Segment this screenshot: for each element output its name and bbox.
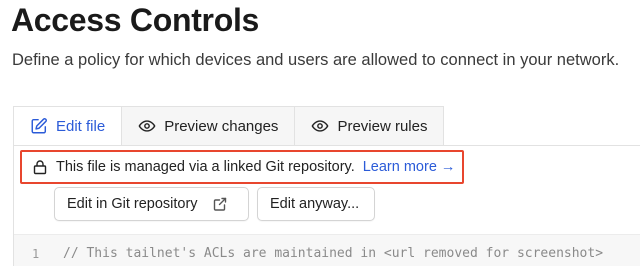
tab-preview-changes[interactable]: Preview changes [122, 106, 296, 146]
tab-label: Preview rules [337, 117, 428, 135]
edit-icon [30, 117, 48, 135]
git-managed-notice: This file is managed via a linked Git re… [20, 150, 464, 184]
eye-icon [138, 117, 156, 135]
lock-icon [32, 159, 48, 175]
button-label: Edit in Git repository [67, 196, 198, 212]
tab-label: Preview changes [164, 117, 279, 135]
edit-anyway-button[interactable]: Edit anyway... [257, 187, 375, 221]
tab-edit-file[interactable]: Edit file [13, 106, 123, 146]
notice-text: This file is managed via a linked Git re… [56, 159, 355, 175]
learn-more-link[interactable]: Learn more → [363, 159, 456, 175]
tab-preview-rules[interactable]: Preview rules [295, 106, 445, 146]
eye-icon [311, 117, 329, 135]
edit-in-git-repository-button[interactable]: Edit in Git repository [54, 187, 249, 221]
button-label: Edit anyway... [270, 196, 360, 212]
page-subtitle: Define a policy for which devices and us… [12, 51, 620, 69]
tab-bar: Edit file Preview changes Preview rules [13, 106, 445, 146]
code-line: // This tailnet's ACLs are maintained in… [63, 246, 604, 261]
page-title: Access Controls [11, 2, 260, 38]
external-link-icon [212, 196, 228, 212]
code-editor[interactable]: 1 // This tailnet's ACLs are maintained … [14, 234, 640, 266]
tab-label: Edit file [56, 117, 106, 135]
line-number: 1 [32, 247, 40, 261]
